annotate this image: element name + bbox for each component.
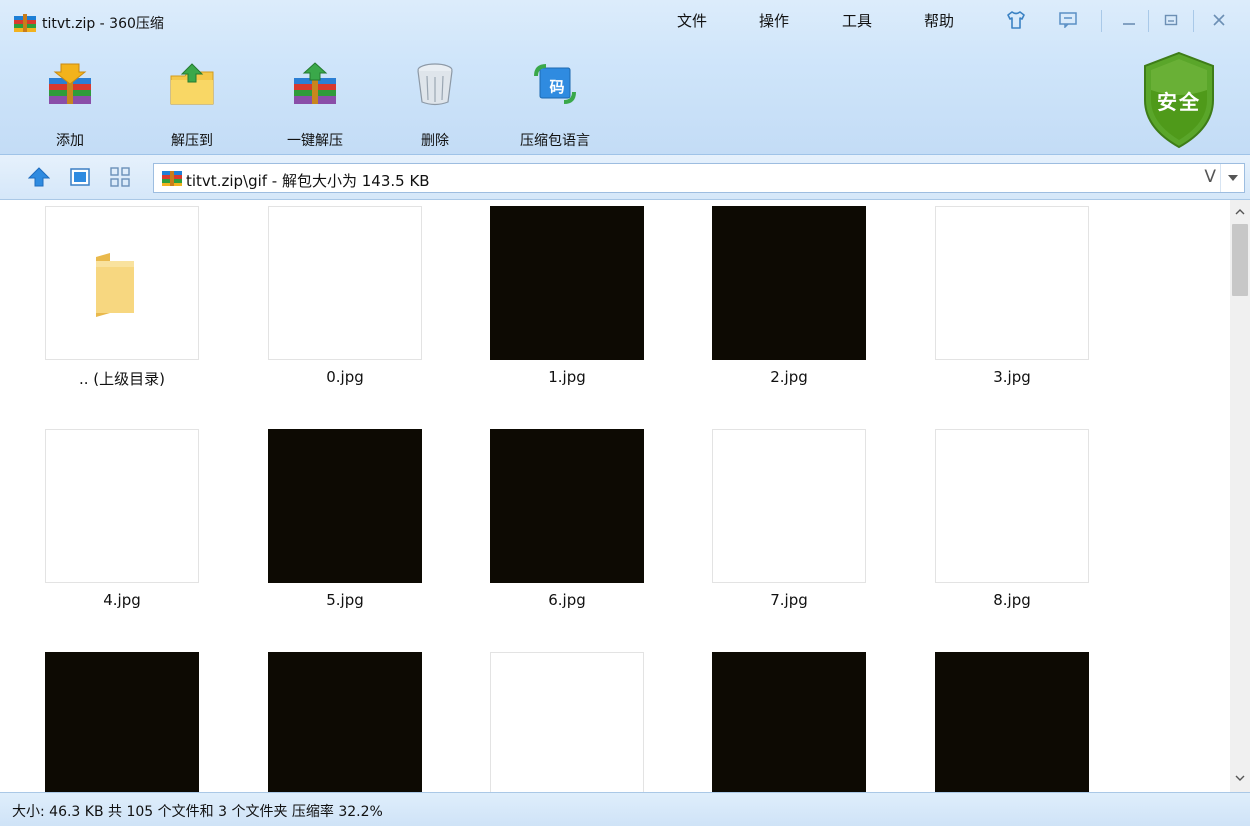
address-path: titvt.zip\gif - 解包大小为 143.5 KB	[186, 172, 430, 190]
file-thumbnail[interactable]	[268, 429, 422, 583]
app-zip-icon	[14, 14, 36, 32]
scroll-up-icon[interactable]	[1230, 202, 1250, 222]
vertical-scrollbar[interactable]	[1230, 200, 1250, 792]
menu-help[interactable]: 帮助	[924, 10, 954, 31]
trash-icon	[417, 63, 453, 106]
close-icon[interactable]	[1208, 9, 1230, 31]
extract-folder-icon	[170, 63, 214, 105]
status-text: 大小: 46.3 KB 共 105 个文件和 3 个文件夹 压缩率 32.2%	[12, 804, 383, 820]
header: titvt.zip - 360压缩 文件 操作 工具 帮助 添加 解压到 一键解…	[0, 0, 1250, 155]
scrollbar-thumb[interactable]	[1232, 224, 1248, 296]
file-name: .. (上级目录)	[78, 370, 165, 388]
archive-language-label: 压缩包语言	[520, 133, 590, 149]
folder-icon	[96, 253, 134, 317]
up-arrow-icon[interactable]	[27, 165, 51, 189]
file-name: 0.jpg	[326, 368, 364, 386]
maximize-icon[interactable]	[1160, 9, 1182, 31]
file-grid: .. (上级目录) 0.jpg 1.jpg 2.jpg 3.jpg 4.jpg …	[0, 200, 1230, 792]
minimize-icon[interactable]	[1118, 9, 1140, 31]
file-thumbnail[interactable]	[490, 652, 644, 792]
file-thumbnail[interactable]	[712, 652, 866, 792]
status-bar: 大小: 46.3 KB 共 105 个文件和 3 个文件夹 压缩率 32.2%	[0, 792, 1250, 826]
file-name: 4.jpg	[103, 591, 141, 609]
title-bar: titvt.zip - 360压缩 文件 操作 工具 帮助	[0, 0, 1250, 42]
file-thumbnail[interactable]	[490, 429, 644, 583]
file-thumbnail[interactable]	[490, 206, 644, 360]
delete-label: 删除	[421, 133, 449, 149]
delete-button[interactable]: 删除	[390, 56, 480, 151]
security-shield[interactable]: 安全	[1140, 50, 1218, 150]
file-thumbnail[interactable]	[935, 429, 1089, 583]
file-name: 7.jpg	[770, 591, 808, 609]
add-button[interactable]: 添加	[25, 56, 115, 151]
scroll-down-icon[interactable]	[1230, 768, 1250, 788]
file-thumbnail[interactable]	[268, 652, 422, 792]
security-label: 安全	[1157, 90, 1201, 114]
file-name: 6.jpg	[548, 591, 586, 609]
file-thumbnail[interactable]	[268, 206, 422, 360]
file-thumbnail[interactable]	[45, 206, 199, 360]
window-separator	[1193, 10, 1194, 32]
view-large-icon[interactable]	[68, 165, 92, 189]
address-bar[interactable]: titvt.zip\gif - 解包大小为 143.5 KB V	[153, 163, 1245, 193]
file-thumbnail[interactable]	[712, 429, 866, 583]
one-click-extract-button[interactable]: 一键解压	[270, 56, 360, 151]
language-code-glyph: 码	[549, 78, 565, 96]
navigation-bar: titvt.zip\gif - 解包大小为 143.5 KB V	[0, 155, 1250, 200]
file-thumbnail[interactable]	[712, 206, 866, 360]
archive-language-button[interactable]: 码 压缩包语言	[510, 56, 600, 151]
dropdown-icon[interactable]	[1220, 164, 1244, 192]
file-thumbnail[interactable]	[935, 652, 1089, 792]
address-v-label[interactable]: V	[1204, 167, 1216, 187]
view-grid-icon[interactable]	[108, 165, 132, 189]
add-label: 添加	[56, 133, 84, 149]
one-click-extract-label: 一键解压	[287, 133, 343, 149]
file-name: 5.jpg	[326, 591, 364, 609]
skin-icon[interactable]	[1005, 9, 1027, 31]
add-icon	[49, 63, 91, 104]
file-name: 8.jpg	[993, 591, 1031, 609]
window-separator	[1101, 10, 1102, 32]
file-thumbnail[interactable]	[45, 652, 199, 792]
window-title: titvt.zip - 360压缩	[42, 16, 164, 32]
menu-file[interactable]: 文件	[677, 10, 707, 31]
window-separator	[1148, 10, 1149, 32]
menu-operate[interactable]: 操作	[759, 10, 789, 31]
archive-icon	[162, 171, 182, 186]
menu-tools[interactable]: 工具	[842, 10, 872, 31]
one-click-extract-icon	[294, 62, 336, 104]
feedback-icon[interactable]	[1057, 9, 1079, 31]
extract-to-label: 解压到	[171, 133, 213, 149]
file-thumbnail[interactable]	[45, 429, 199, 583]
extract-to-button[interactable]: 解压到	[147, 56, 237, 151]
file-name: 1.jpg	[548, 368, 586, 386]
file-thumbnail[interactable]	[935, 206, 1089, 360]
file-name: 2.jpg	[770, 368, 808, 386]
file-name: 3.jpg	[993, 368, 1031, 386]
